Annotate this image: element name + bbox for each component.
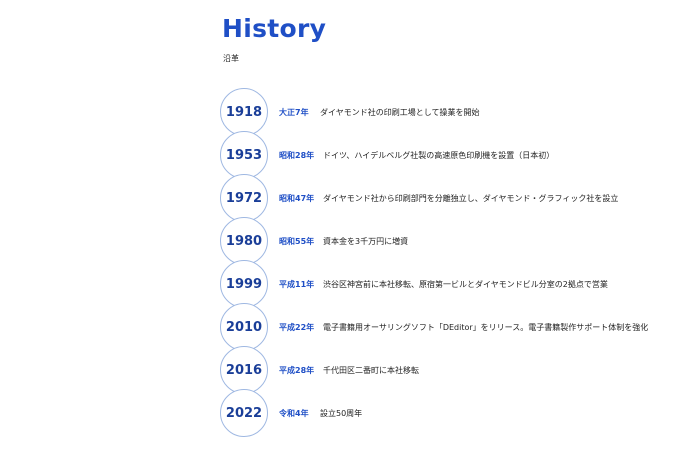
era-label: 昭和47年 [279, 194, 315, 203]
year-circle: 2022 [220, 389, 268, 437]
era-label: 昭和28年 [279, 151, 315, 160]
event-description: ダイヤモンド社から印刷部門を分離独立し、ダイヤモンド・グラフィック社を設立 [323, 194, 619, 203]
event-description: 電子書籍用オーサリングソフト「DEditor」をリリース。電子書籍製作サポート体… [323, 323, 649, 332]
timeline-item: 1999 平成11年 渋谷区神宮前に本社移転、原宿第一ビルとダイヤモンドビル分室… [220, 260, 690, 308]
year-circle: 2010 [220, 303, 268, 351]
era-label: 平成22年 [279, 323, 315, 332]
year-circle: 1918 [220, 88, 268, 136]
event-description: ドイツ、ハイデルベルグ社製の高速原色印刷機を設置（日本初） [323, 151, 555, 160]
era-label: 大正7年 [279, 108, 309, 117]
event-description: 設立50周年 [320, 409, 363, 418]
page-title: History [222, 14, 327, 43]
era-label: 令和4年 [279, 409, 309, 418]
timeline-item: 1953 昭和28年 ドイツ、ハイデルベルグ社製の高速原色印刷機を設置（日本初） [220, 131, 690, 179]
event-description: 渋谷区神宮前に本社移転、原宿第一ビルとダイヤモンドビル分室の2拠点で営業 [323, 280, 608, 289]
timeline-item: 2022 令和4年 設立50周年 [220, 389, 690, 437]
era-label: 昭和55年 [279, 237, 315, 246]
timeline-item: 2010 平成22年 電子書籍用オーサリングソフト「DEditor」をリリース。… [220, 303, 690, 351]
era-label: 平成11年 [279, 280, 315, 289]
event-description: 資本金を3千万円に増資 [323, 237, 409, 246]
era-label: 平成28年 [279, 366, 315, 375]
year-circle: 1953 [220, 131, 268, 179]
timeline-item: 2016 平成28年 千代田区二番町に本社移転 [220, 346, 690, 394]
year-circle: 1972 [220, 174, 268, 222]
year-circle: 2016 [220, 346, 268, 394]
page-subtitle: 沿革 [223, 54, 239, 63]
year-circle: 1980 [220, 217, 268, 265]
timeline-item: 1980 昭和55年 資本金を3千万円に増資 [220, 217, 690, 265]
event-description: ダイヤモンド社の印刷工場として操業を開始 [320, 108, 480, 117]
timeline-item: 1918 大正7年 ダイヤモンド社の印刷工場として操業を開始 [220, 88, 690, 136]
timeline-item: 1972 昭和47年 ダイヤモンド社から印刷部門を分離独立し、ダイヤモンド・グラ… [220, 174, 690, 222]
year-circle: 1999 [220, 260, 268, 308]
event-description: 千代田区二番町に本社移転 [323, 366, 419, 375]
